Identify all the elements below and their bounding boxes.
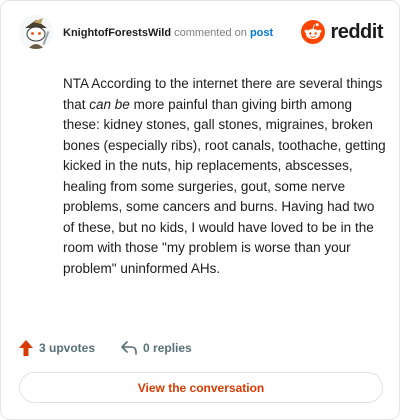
reddit-wordmark: reddit — [330, 20, 383, 43]
post-link[interactable]: post — [250, 27, 273, 39]
comment-card: KnightofForestsWild commented on post re… — [0, 0, 400, 420]
username[interactable]: KnightofForestsWild — [63, 27, 171, 39]
commented-on-text: commented on — [174, 27, 247, 39]
user-avatar[interactable] — [19, 15, 53, 49]
upvote-button[interactable]: 3 upvotes — [19, 340, 95, 356]
reply-arrow-icon — [121, 341, 137, 355]
view-conversation-button[interactable]: View the conversation — [19, 372, 383, 403]
snoo-avatar-icon — [19, 15, 53, 49]
comment-meta: KnightofForestsWild commented on post — [63, 26, 273, 40]
comment-actions: 3 upvotes 0 replies — [19, 338, 218, 358]
comment-body: NTA According to the internet there are … — [63, 74, 389, 279]
comment-text-emphasis: can be — [89, 96, 130, 112]
comment-header: KnightofForestsWild commented on post re… — [19, 15, 383, 55]
upvote-count: 3 upvotes — [39, 341, 96, 355]
reply-count: 0 replies — [143, 341, 192, 355]
comment-text-part2: more painful than giving birth among the… — [63, 96, 386, 276]
reddit-logo-icon — [301, 20, 326, 44]
upvote-arrow-icon — [19, 340, 33, 356]
reply-button[interactable]: 0 replies — [121, 341, 192, 355]
reddit-brand[interactable]: reddit — [301, 20, 383, 44]
